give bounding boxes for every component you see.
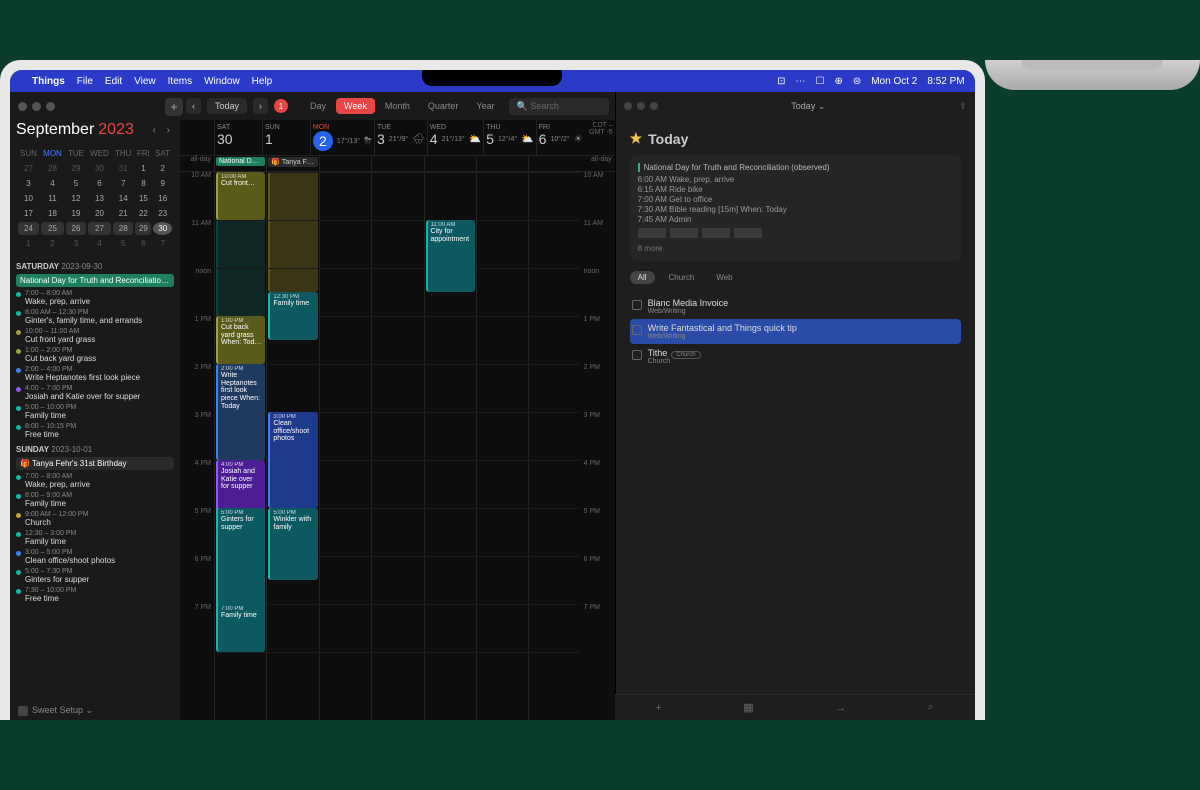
menubar-date[interactable]: Mon Oct 2	[871, 76, 917, 87]
filter-all[interactable]: All	[630, 271, 655, 284]
move-icon[interactable]: →	[835, 702, 846, 714]
agenda-item[interactable]: 7:00 – 8:00 AMWake, prep, arrive	[16, 473, 174, 489]
allday-row: all-day National D… 🎁 Tanya F… all-day	[180, 156, 615, 172]
calendar-event[interactable]: 10:00 AMCut front…	[216, 172, 265, 220]
menu-help[interactable]: Help	[252, 76, 273, 87]
window-title: Today ⌄	[791, 101, 825, 112]
task-list: Blanc Media InvoiceWeb/WritingWrite Fant…	[630, 294, 961, 369]
things-toolbar: + ▦ → ⌕	[615, 694, 975, 720]
view-segmented-control[interactable]: DayWeekMonthQuarterYear	[302, 98, 503, 114]
month-nav[interactable]: ‹ ›	[153, 125, 174, 136]
agenda-item[interactable]: 8:00 – 9:00 AMFamily time	[16, 492, 174, 508]
menu-file[interactable]: File	[77, 76, 93, 87]
prev-button[interactable]: ‹	[186, 98, 201, 114]
calendar-event[interactable]: 3:00 PMClean office/shoot photos	[268, 412, 317, 508]
menu-edit[interactable]: Edit	[105, 76, 122, 87]
star-icon: ★	[630, 130, 643, 147]
task-checkbox[interactable]	[632, 300, 642, 310]
menu-view[interactable]: View	[134, 76, 156, 87]
calendar-toolbar: ‹ Today › 1 DayWeekMonthQuarterYear 🔍 Se…	[180, 92, 615, 120]
menu-window[interactable]: Window	[204, 76, 240, 87]
agenda-item[interactable]: 3:00 – 5:00 PMClean office/shoot photos	[16, 549, 174, 565]
task-checkbox[interactable]	[632, 350, 642, 360]
calendar-event[interactable]: 5:00 PMWinkler with family	[268, 508, 317, 580]
agenda-item[interactable]: 4:00 – 7:00 PMJosiah and Katie over for …	[16, 385, 174, 401]
agenda-item[interactable]: 8:00 – 10:15 PMFree time	[16, 423, 174, 439]
status-icon[interactable]: ☐	[815, 76, 824, 87]
status-icon[interactable]: ⊕	[834, 76, 842, 87]
sidebar-footer[interactable]: Sweet Setup ⌄	[10, 701, 180, 720]
menu-items[interactable]: Items	[168, 76, 192, 87]
filter-church[interactable]: Church	[661, 271, 703, 284]
day-header[interactable]: TUE321°/9°🌧	[374, 120, 427, 155]
new-task-button[interactable]: +	[655, 702, 661, 714]
menubar-time[interactable]: 8:52 PM	[927, 76, 964, 87]
agenda-item[interactable]: 7:00 – 8:00 AMWake, prep, arrive	[16, 290, 174, 306]
things-app-window: Today ⌄ ⇪ ★ Today National Day for Truth…	[615, 92, 975, 720]
view-month[interactable]: Month	[377, 98, 418, 114]
share-icon[interactable]: ⇪	[959, 101, 967, 112]
today-heading: ★ Today	[630, 130, 961, 147]
agenda-item[interactable]: 10:00 – 11:00 AMCut front yard grass	[16, 328, 174, 344]
view-week[interactable]: Week	[336, 98, 375, 114]
today-summary-block[interactable]: National Day for Truth and Reconciliatio…	[630, 155, 961, 261]
calendar-event[interactable]: 1:00 PMCut back yard grass When: Tod…	[216, 316, 265, 364]
view-day[interactable]: Day	[302, 98, 334, 114]
status-icon[interactable]: ⊡	[777, 76, 785, 87]
agenda-item[interactable]: 5:00 – 7:30 PMGinters for supper	[16, 568, 174, 584]
calendar-event[interactable]: 7:00 PMFamily time	[216, 604, 265, 652]
agenda-item[interactable]: 2:00 – 4:00 PMWrite Heptanotes first loo…	[16, 366, 174, 382]
filter-web[interactable]: Web	[708, 271, 740, 284]
allday-event[interactable]: 🎁 Tanya F…	[268, 157, 317, 167]
calendar-app-window: + September 2023 ‹ › SUNMONTUEWEDTHUFRIS…	[10, 92, 615, 720]
agenda-list: SATURDAY 2023-09-30National Day for Trut…	[16, 262, 174, 603]
day-header[interactable]: SUN1	[262, 120, 310, 155]
app-menu[interactable]: Things	[32, 76, 65, 87]
mini-calendar[interactable]: SUNMONTUEWEDTHUFRISAT 272829303112345678…	[16, 145, 174, 252]
notification-badge[interactable]: 1	[274, 99, 288, 113]
task-checkbox[interactable]	[632, 325, 642, 335]
calendar-event[interactable]: 12:30 PMFamily time	[268, 292, 317, 340]
agenda-item[interactable]: 9:00 AM – 12:00 PMChurch	[16, 511, 174, 527]
day-header[interactable]: SAT30	[214, 120, 262, 155]
next-button[interactable]: ›	[253, 98, 268, 114]
allday-event[interactable]: National D…	[216, 157, 265, 166]
calendar-event[interactable]: 2:00 PMWrite Heptanotes first look piece…	[216, 364, 265, 460]
day-header[interactable]: MON217°/13°⛈	[310, 120, 374, 155]
view-quarter[interactable]: Quarter	[420, 98, 467, 114]
add-event-button[interactable]: +	[165, 98, 180, 116]
status-icon[interactable]: ⋯	[795, 76, 805, 87]
task-item[interactable]: TitheChurchChurch	[630, 344, 961, 369]
month-label: September	[16, 121, 94, 139]
agenda-item[interactable]: 5:00 – 10:00 PMFamily time	[16, 404, 174, 420]
agenda-item[interactable]: 1:00 – 2:00 PMCut back yard grass	[16, 347, 174, 363]
day-header[interactable]: FRI610°/2°☀	[536, 120, 585, 155]
day-header[interactable]: THU512°/4°⛅	[483, 120, 535, 155]
calendar-grid[interactable]: 10 AM11 AMnoon1 PM2 PM3 PM4 PM5 PM6 PM7 …	[180, 172, 615, 720]
calendar-event[interactable]: 11:00 AMCity for appointment	[426, 220, 475, 292]
year-label: 2023	[98, 121, 134, 139]
status-icon[interactable]: ⊜	[853, 76, 861, 87]
calendar-sidebar: + September 2023 ‹ › SUNMONTUEWEDTHUFRIS…	[10, 92, 180, 720]
search-icon[interactable]: ⌕	[928, 701, 934, 714]
view-year[interactable]: Year	[468, 98, 502, 114]
window-controls[interactable]	[16, 98, 174, 119]
search-input[interactable]: 🔍 Search	[509, 98, 609, 115]
today-button[interactable]: Today	[207, 98, 247, 114]
calendar-icon[interactable]: ▦	[743, 701, 753, 714]
agenda-item[interactable]: 7:30 – 10:00 PMFree time	[16, 587, 174, 603]
task-item[interactable]: Blanc Media InvoiceWeb/Writing	[630, 294, 961, 319]
window-controls[interactable]	[624, 102, 658, 110]
agenda-item[interactable]: 8:00 AM – 12:30 PMGinter's, family time,…	[16, 309, 174, 325]
day-header[interactable]: WED421°/13°⛅	[427, 120, 483, 155]
calendar-main: ‹ Today › 1 DayWeekMonthQuarterYear 🔍 Se…	[180, 92, 615, 720]
task-item[interactable]: Write Fantastical and Things quick tipWe…	[630, 319, 961, 344]
week-header: SAT30SUN1MON217°/13°⛈TUE321°/9°🌧WED421°/…	[180, 120, 615, 156]
filter-pills[interactable]: All Church Web	[630, 271, 961, 284]
agenda-item[interactable]: 12:30 – 3:00 PMFamily time	[16, 530, 174, 546]
